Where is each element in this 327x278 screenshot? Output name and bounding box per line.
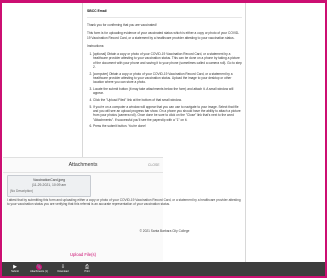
submit-button[interactable]: ▶ Submit — [5, 262, 25, 276]
form-content: SBCC Email Thank you for confirming that… — [87, 7, 242, 131]
attachments-title: Attachments — [68, 162, 98, 168]
attachment-file-description: (No Description) — [10, 189, 34, 193]
instruction-step: Locate the submit button (it may take at… — [93, 87, 242, 96]
form-purpose-text: This form is for uploading evidence of y… — [87, 31, 240, 40]
instructions-list: [optional] Obtain a copy or photo of you… — [87, 52, 242, 129]
download-button[interactable]: ⇩ Download — [53, 262, 73, 276]
instruction-step: [computer] Obtain a copy or photo of you… — [93, 72, 242, 85]
upload-files-button[interactable]: Upload File(s) — [3, 252, 163, 257]
copyright-text: I attest that by submitting this form an… — [7, 198, 242, 233]
instruction-step: Press the submit button. You're done! — [93, 124, 242, 128]
right-divider — [245, 3, 246, 263]
attachment-file-item[interactable]: VaccinationCard.jpeg (11-29-2021, 10:09 … — [7, 175, 91, 197]
attachments-button[interactable]: 📎 Attachments (1) — [29, 262, 49, 276]
print-button[interactable]: ⎙ Print — [77, 262, 97, 276]
copyright-label: © 2021 Santa Barbara City College — [139, 229, 190, 233]
instruction-step: If you're on a computer a window will ap… — [93, 105, 242, 123]
instructions-heading: Instructions: — [87, 43, 105, 48]
instruction-step: Click the "Upload Filed" link at the bot… — [93, 98, 242, 102]
instruction-step: [optional] Obtain a copy or photo of you… — [93, 52, 242, 70]
attachments-close-button[interactable]: CLOSE — [148, 163, 160, 167]
attachments-panel: Attachments CLOSE VaccinationCard.jpeg (… — [3, 157, 163, 261]
intro-text: Thank you for confirming that you are va… — [87, 23, 157, 28]
bottom-toolbar: ▶ Submit 📎 Attachments (1) ⇩ Download ⎙ … — [2, 262, 325, 276]
attestation-text: I attest that by submitting this form an… — [7, 198, 241, 207]
divider — [3, 172, 163, 173]
attachment-file-name: VaccinationCard.jpeg — [33, 178, 65, 182]
left-divider — [82, 3, 83, 160]
divider — [87, 17, 242, 19]
email-field-label: SBCC Email — [87, 9, 107, 13]
attachment-file-date: (11-29-2021, 10:09 am — [31, 183, 67, 187]
